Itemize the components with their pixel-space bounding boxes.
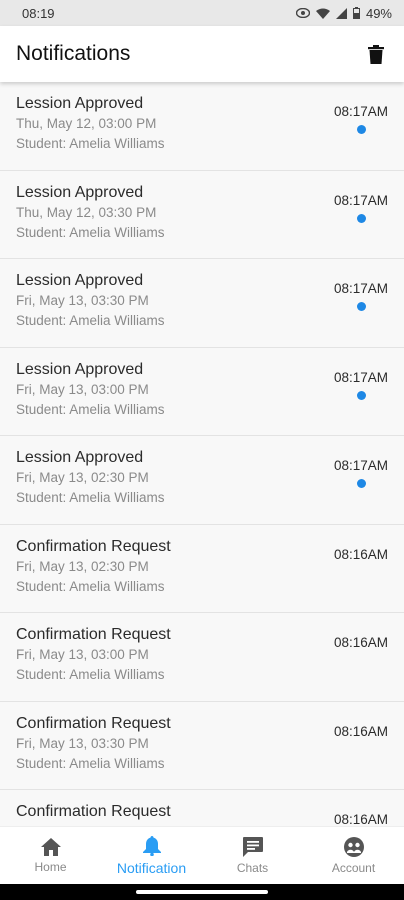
notification-student: Student: Amelia Williams (16, 578, 165, 594)
notification-item[interactable]: Lession Approved Fri, May 13, 03:30 PM Stu… (0, 259, 404, 348)
nav-home[interactable]: Home (0, 827, 101, 885)
notification-student: Student: Amelia Williams (16, 136, 165, 151)
notification-time: 08:17AM (333, 458, 388, 473)
notification-student: Student: Amelia Williams (16, 755, 165, 771)
eye-icon (295, 8, 310, 18)
notification-title: Confirmation Request (16, 803, 171, 820)
notification-datetime: Fri, May 13, 02:30 PM (16, 470, 149, 485)
notification-item[interactable]: Confirmation Request 08:16AM (0, 790, 404, 826)
notification-datetime: Fri, May 13, 03:30 PM (16, 735, 149, 751)
bottom-navigation: Home Notification Chats Account (0, 826, 404, 885)
notification-student: Student: Amelia Williams (16, 401, 165, 417)
notification-student: Student: Amelia Williams (16, 313, 165, 328)
notification-item[interactable]: Lession Approved Thu, May 12, 03:00 PM Stu… (0, 82, 404, 171)
notification-list: Lession Approved Thu, May 12, 03:00 PM Stu… (0, 82, 404, 826)
system-nav-bar (0, 884, 404, 900)
notification-title: Lession Approved (16, 272, 144, 289)
status-time: 08:19 (22, 5, 55, 21)
home-gesture-handle[interactable] (136, 890, 268, 894)
status-bar: 08:19 49% (0, 0, 404, 26)
notification-item[interactable]: Lession Approved Fri, May 13, 03:00 PM Stu… (0, 347, 404, 436)
notification-item[interactable]: Lession Approved Fri, May 13, 02:30 PM Stu… (0, 436, 404, 525)
status-icons: 49% (295, 5, 392, 21)
notification-time: 08:17AM (333, 192, 388, 208)
notification-time: 08:16AM (333, 635, 388, 650)
notification-datetime: Fri, May 13, 03:00 PM (16, 381, 149, 397)
unread-indicator (357, 125, 366, 134)
unread-indicator (357, 302, 366, 311)
notification-time: 08:16AM (333, 546, 388, 562)
account-icon (343, 837, 364, 857)
notification-title: Confirmation Request (16, 714, 171, 732)
chat-icon (242, 837, 263, 857)
notification-datetime: Fri, May 13, 03:30 PM (16, 293, 149, 308)
notification-datetime: Thu, May 12, 03:00 PM (16, 116, 157, 131)
home-icon (40, 838, 61, 856)
unread-indicator (357, 213, 366, 223)
notification-item[interactable]: Confirmation Request Fri, May 13, 03:30 P… (0, 701, 404, 790)
notification-student: Student: Amelia Williams (16, 490, 165, 505)
battery-percent: 49% (365, 5, 392, 21)
nav-label: Account (331, 861, 376, 875)
app-bar: Notifications (0, 26, 404, 82)
notification-datetime: Fri, May 13, 02:30 PM (16, 558, 149, 574)
signal-icon (335, 7, 347, 19)
notification-student: Student: Amelia Williams (16, 667, 165, 682)
nav-chats[interactable]: Chats (202, 827, 303, 885)
notification-time: 08:17AM (333, 281, 388, 296)
nav-label: Home (34, 860, 67, 874)
wifi-icon (315, 8, 330, 19)
unread-indicator (357, 390, 366, 400)
notification-item[interactable]: Confirmation Request Fri, May 13, 02:30 P… (0, 524, 404, 613)
bell-icon (142, 836, 161, 856)
notification-title: Lession Approved (16, 95, 144, 112)
notification-item[interactable]: Lession Approved Thu, May 12, 03:30 PM Stu… (0, 170, 404, 259)
notification-datetime: Thu, May 12, 03:30 PM (16, 204, 157, 220)
notification-datetime: Fri, May 13, 03:00 PM (16, 647, 149, 662)
unread-indicator (357, 479, 366, 488)
notification-title: Confirmation Request (16, 626, 171, 643)
notification-item[interactable]: Confirmation Request Fri, May 13, 03:00 P… (0, 613, 404, 702)
notification-time: 08:16AM (333, 723, 388, 739)
notification-title: Lession Approved (16, 183, 144, 201)
notification-time: 08:17AM (333, 369, 388, 385)
nav-account[interactable]: Account (303, 827, 404, 885)
notification-time: 08:17AM (333, 104, 388, 119)
page-title: Notifications (16, 42, 131, 65)
nav-label: Chats (236, 861, 269, 875)
notification-time: 08:16AM (333, 812, 388, 826)
trash-icon[interactable] (364, 42, 388, 66)
notification-title: Lession Approved (16, 360, 144, 378)
notification-student: Student: Amelia Williams (16, 224, 165, 240)
notification-title: Confirmation Request (16, 537, 171, 555)
nav-label: Notification (116, 860, 187, 876)
battery-icon (352, 7, 360, 19)
notification-title: Lession Approved (16, 449, 144, 466)
nav-notification[interactable]: Notification (101, 827, 202, 885)
